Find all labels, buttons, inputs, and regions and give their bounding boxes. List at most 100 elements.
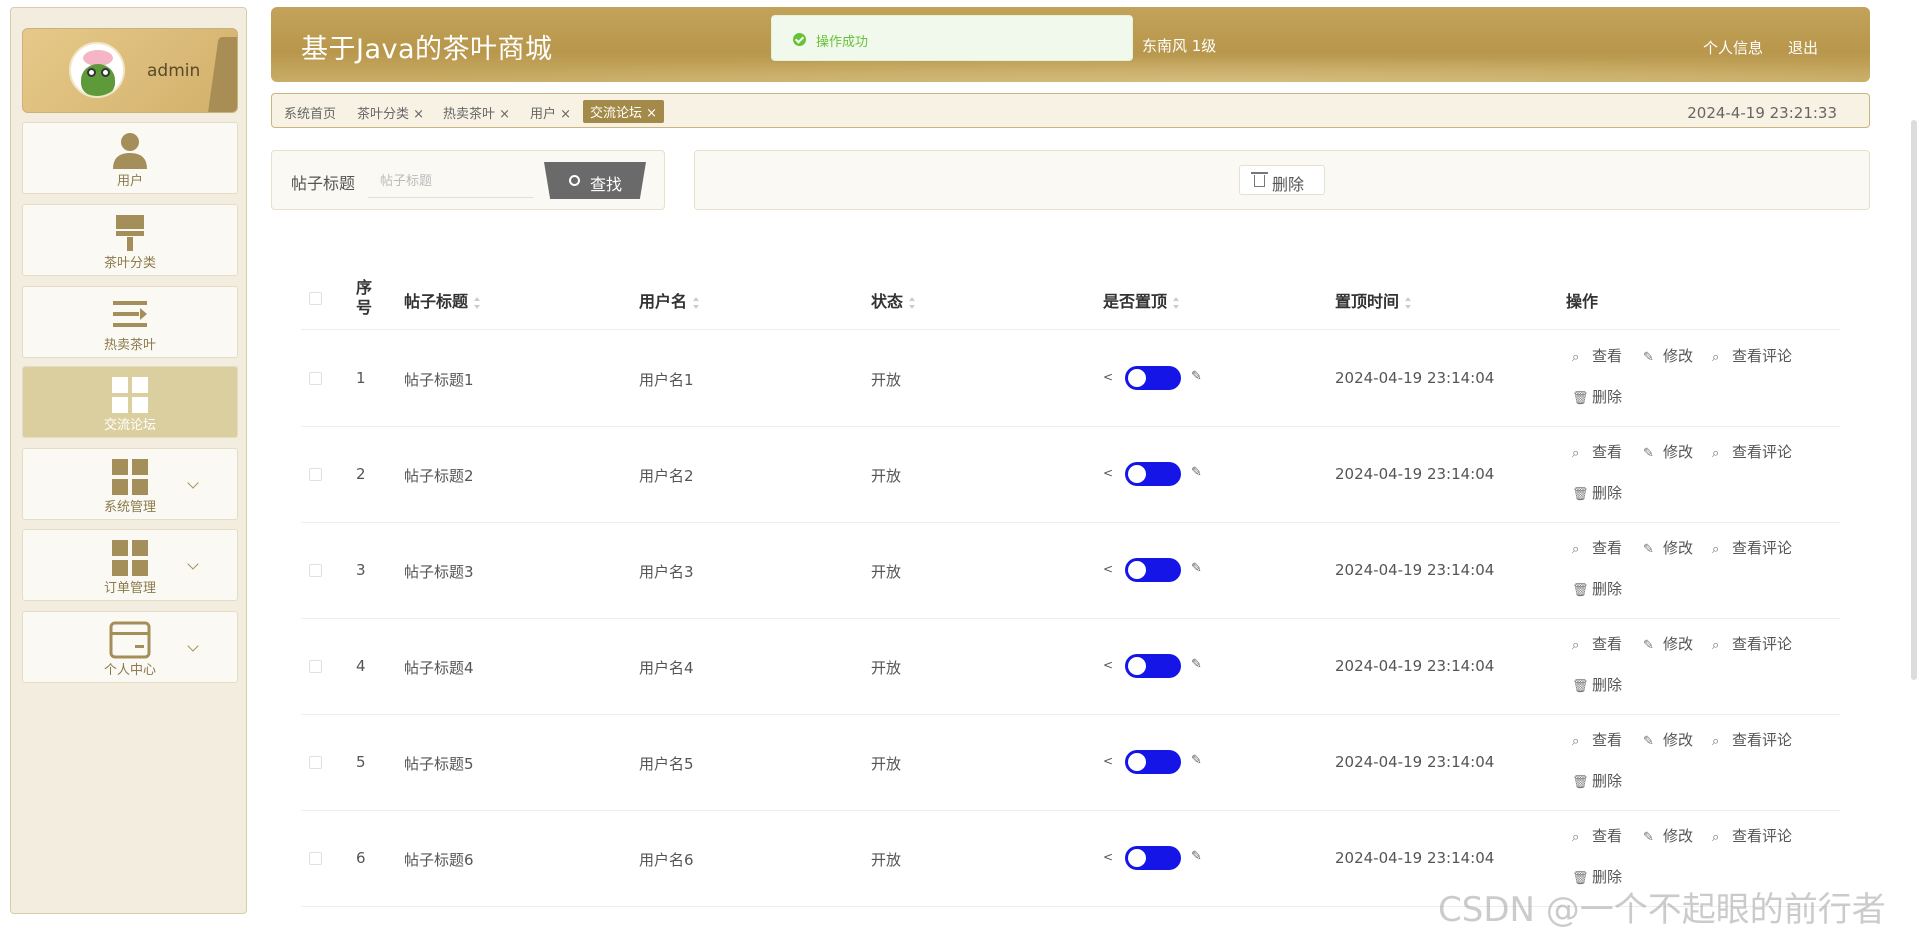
user-level: 东南风 1级 bbox=[1142, 37, 1217, 55]
sidebar-item-label: 用户 bbox=[116, 174, 143, 189]
pinned-toggle[interactable] bbox=[1125, 654, 1181, 678]
list-icon bbox=[113, 301, 147, 327]
share-icon[interactable]: < bbox=[1103, 466, 1113, 480]
pinned-toggle[interactable] bbox=[1125, 750, 1181, 774]
cell-title: 帖子标题4 bbox=[404, 659, 474, 677]
profile-card: admin bbox=[22, 28, 238, 113]
cell-pin-time: 2024-04-19 23:14:04 bbox=[1335, 465, 1495, 483]
pinned-toggle[interactable] bbox=[1125, 846, 1181, 870]
row-checkbox[interactable] bbox=[309, 852, 322, 865]
col-status[interactable]: 状态 bbox=[871, 288, 916, 312]
sidebar-item-personal[interactable]: 个人中心 bbox=[22, 611, 238, 683]
view-button[interactable]: ⌕ 查看 bbox=[1572, 345, 1622, 366]
search-icon: ⌕ bbox=[1572, 446, 1580, 461]
col-pinned[interactable]: 是否置顶 bbox=[1103, 288, 1180, 312]
edit-pin-icon[interactable]: ✎ bbox=[1191, 753, 1202, 768]
cell-pin-time: 2024-04-19 23:14:04 bbox=[1335, 657, 1495, 675]
sidebar-item-system[interactable]: 系统管理 bbox=[22, 448, 238, 520]
row-checkbox[interactable] bbox=[309, 564, 322, 577]
search-input[interactable] bbox=[368, 165, 534, 198]
view-comments-button[interactable]: ⌕ 查看评论 bbox=[1712, 825, 1792, 846]
sidebar-item-tea-category[interactable]: 茶叶分类 bbox=[22, 204, 238, 276]
view-button[interactable]: ⌕ 查看 bbox=[1572, 633, 1622, 654]
tab-forum[interactable]: 交流论坛 × bbox=[583, 100, 665, 123]
avatar[interactable] bbox=[69, 42, 125, 98]
sidebar-item-orders[interactable]: 订单管理 bbox=[22, 529, 238, 601]
view-button[interactable]: ⌕ 查看 bbox=[1572, 825, 1622, 846]
edit-icon: ✎ bbox=[1643, 350, 1654, 365]
share-icon[interactable]: < bbox=[1103, 562, 1113, 576]
edit-pin-icon[interactable]: ✎ bbox=[1191, 849, 1202, 864]
pinned-toggle[interactable] bbox=[1125, 558, 1181, 582]
sidebar-item-label: 热卖茶叶 bbox=[103, 338, 156, 353]
cell-seq: 2 bbox=[356, 465, 366, 483]
cell-title: 帖子标题2 bbox=[404, 467, 474, 485]
view-comments-button[interactable]: ⌕ 查看评论 bbox=[1712, 729, 1792, 750]
search-icon: ⌕ bbox=[1712, 542, 1720, 557]
sidebar-item-label: 订单管理 bbox=[103, 581, 156, 596]
scrollbar[interactable] bbox=[1911, 120, 1917, 680]
tab-home[interactable]: 系统首页 bbox=[284, 103, 336, 122]
cell-status: 开放 bbox=[871, 851, 902, 869]
cell-seq: 3 bbox=[356, 561, 366, 579]
edit-button[interactable]: ✎ 修改 bbox=[1643, 729, 1693, 750]
edit-button[interactable]: ✎ 修改 bbox=[1643, 345, 1693, 366]
bulk-delete-button[interactable]: 删除 bbox=[1239, 165, 1325, 195]
row-checkbox[interactable] bbox=[309, 372, 322, 385]
view-button[interactable]: ⌕ 查看 bbox=[1572, 441, 1622, 462]
edit-pin-icon[interactable]: ✎ bbox=[1191, 657, 1202, 672]
delete-button[interactable]: 🗑 删除 bbox=[1572, 674, 1622, 695]
cell-status: 开放 bbox=[871, 563, 902, 581]
view-comments-button[interactable]: ⌕ 查看评论 bbox=[1712, 537, 1792, 558]
edit-pin-icon[interactable]: ✎ bbox=[1191, 465, 1202, 480]
grid-icon bbox=[112, 540, 148, 576]
grid-icon bbox=[112, 377, 148, 413]
view-button[interactable]: ⌕ 查看 bbox=[1572, 729, 1622, 750]
search-button[interactable]: 查找 bbox=[544, 162, 646, 199]
profile-link[interactable]: 个人信息 bbox=[1703, 37, 1763, 58]
pinned-toggle[interactable] bbox=[1125, 462, 1181, 486]
delete-button[interactable]: 🗑 删除 bbox=[1572, 386, 1622, 407]
view-button[interactable]: ⌕ 查看 bbox=[1572, 537, 1622, 558]
select-all-checkbox[interactable] bbox=[309, 292, 322, 305]
share-icon[interactable]: < bbox=[1103, 370, 1113, 384]
share-icon[interactable]: < bbox=[1103, 754, 1113, 768]
row-checkbox[interactable] bbox=[309, 756, 322, 769]
sidebar-item-users[interactable]: 用户 bbox=[22, 122, 238, 194]
tab-hot-tea[interactable]: 热卖茶叶 × bbox=[443, 103, 510, 122]
sidebar-item-forum[interactable]: 交流论坛 bbox=[22, 366, 238, 438]
row-checkbox[interactable] bbox=[309, 468, 322, 481]
delete-button[interactable]: 🗑 删除 bbox=[1572, 578, 1622, 599]
pinned-toggle[interactable] bbox=[1125, 366, 1181, 390]
col-username[interactable]: 用户名 bbox=[639, 288, 700, 312]
edit-button[interactable]: ✎ 修改 bbox=[1643, 537, 1693, 558]
watermark: CSDN @一个不起眼的前行者 bbox=[1438, 890, 1886, 930]
search-panel: 帖子标题 查找 bbox=[271, 150, 665, 210]
edit-icon: ✎ bbox=[1643, 830, 1654, 845]
view-comments-button[interactable]: ⌕ 查看评论 bbox=[1712, 441, 1792, 462]
sidebar-item-hot-tea[interactable]: 热卖茶叶 bbox=[22, 286, 238, 358]
tab-tea-category[interactable]: 茶叶分类 × bbox=[357, 103, 424, 122]
tab-users[interactable]: 用户 × bbox=[530, 103, 571, 122]
share-icon[interactable]: < bbox=[1103, 850, 1113, 864]
edit-icon: ✎ bbox=[1643, 542, 1654, 557]
search-icon: ⌕ bbox=[1712, 350, 1720, 365]
row-checkbox[interactable] bbox=[309, 660, 322, 673]
trash-icon: 🗑 bbox=[1572, 775, 1589, 790]
col-title[interactable]: 帖子标题 bbox=[404, 288, 481, 312]
cell-title: 帖子标题3 bbox=[404, 563, 474, 581]
view-comments-button[interactable]: ⌕ 查看评论 bbox=[1712, 633, 1792, 654]
edit-button[interactable]: ✎ 修改 bbox=[1643, 825, 1693, 846]
logout-link[interactable]: 退出 bbox=[1788, 37, 1818, 58]
col-pin-time[interactable]: 置顶时间 bbox=[1335, 288, 1412, 312]
edit-pin-icon[interactable]: ✎ bbox=[1191, 369, 1202, 384]
edit-button[interactable]: ✎ 修改 bbox=[1643, 441, 1693, 462]
edit-button[interactable]: ✎ 修改 bbox=[1643, 633, 1693, 654]
cell-username: 用户名6 bbox=[639, 851, 694, 869]
view-comments-button[interactable]: ⌕ 查看评论 bbox=[1712, 345, 1792, 366]
share-icon[interactable]: < bbox=[1103, 658, 1113, 672]
delete-button[interactable]: 🗑 删除 bbox=[1572, 770, 1622, 791]
delete-button[interactable]: 🗑 删除 bbox=[1572, 482, 1622, 503]
edit-icon: ✎ bbox=[1643, 446, 1654, 461]
edit-pin-icon[interactable]: ✎ bbox=[1191, 561, 1202, 576]
